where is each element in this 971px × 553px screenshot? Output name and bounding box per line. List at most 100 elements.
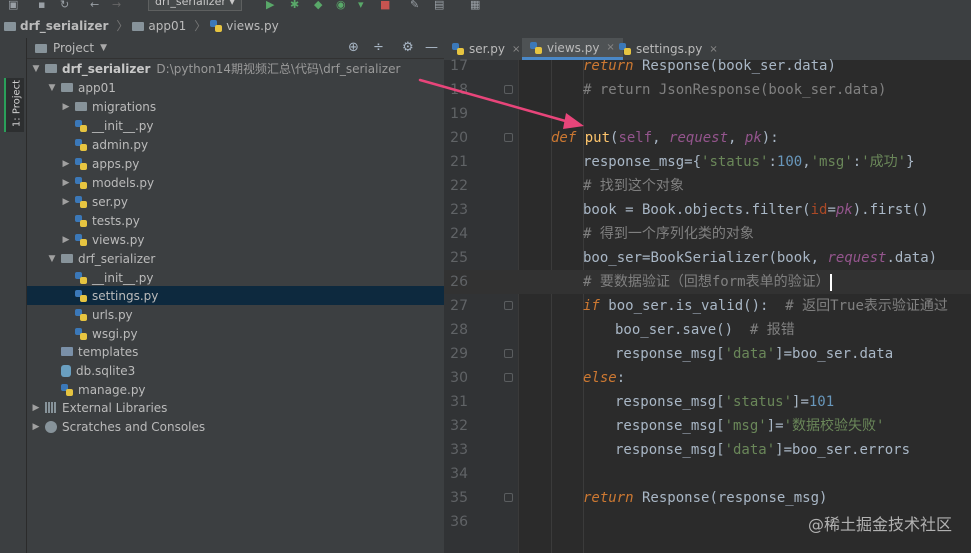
tree-item-label: Scratches and Consoles [62, 419, 206, 434]
fold-marker-icon[interactable] [504, 373, 513, 382]
code-token: response_msg[ [615, 442, 725, 458]
collapsed-arrow-icon[interactable]: ▶ [61, 178, 71, 188]
code-token: (book_ser.data) [709, 58, 836, 74]
open-folder-icon[interactable]: ▣ [8, 0, 18, 10]
save-icon[interactable]: ▪ [38, 0, 45, 10]
line-number: 31 [450, 394, 468, 410]
python-file-icon [75, 195, 87, 208]
project-panel-header: Project ▼ ⊕ ÷ ⚙ — [27, 38, 444, 59]
code-line-34: 34 [444, 462, 971, 486]
run-icon[interactable]: ▶ [266, 0, 274, 10]
collapsed-arrow-icon[interactable]: ▶ [31, 422, 41, 432]
profile-icon[interactable]: ◉ [336, 0, 346, 10]
hide-panel-icon[interactable]: — [425, 40, 438, 56]
code-token: request [669, 130, 729, 146]
expand-arrow-icon[interactable]: ▼ [47, 254, 57, 264]
line-number: 35 [450, 490, 468, 506]
fold-marker-icon[interactable] [504, 349, 513, 358]
tree-item-project-root[interactable]: ▼ drf_serializer D:\python14期视频汇总\代码\drf… [27, 59, 448, 78]
stop-icon[interactable]: ■ [380, 0, 390, 10]
sync-icon[interactable]: ↻ [60, 0, 69, 10]
code-token: 100 [776, 154, 803, 170]
tree-item-migrations[interactable]: ▶ migrations [27, 97, 478, 116]
tree-item-label: ser.py [92, 194, 128, 209]
tree-item-admin-py[interactable]: ▶ admin.py [27, 135, 478, 154]
code-token: else [583, 370, 617, 386]
tree-item-label: settings.py [92, 288, 159, 303]
tree-item-urls-py[interactable]: ▶ urls.py [27, 305, 478, 324]
tree-item-tests-py[interactable]: ▶ tests.py [27, 211, 478, 230]
expand-arrow-icon[interactable]: ▼ [31, 64, 41, 74]
project-tool-tab[interactable]: 1: Project [4, 78, 24, 132]
python-file-icon [530, 41, 542, 54]
code-token: boo_ser.save() [615, 322, 734, 338]
folder-icon [61, 347, 73, 356]
collapsed-arrow-icon[interactable]: ▶ [61, 159, 71, 169]
fold-marker-icon[interactable] [504, 493, 513, 502]
tree-item-label: urls.py [92, 307, 133, 322]
python-file-icon [75, 308, 87, 321]
tree-item-templates[interactable]: ▶ templates [27, 342, 464, 361]
code-text: return Response(response_msg) [583, 486, 827, 510]
code-token: = [827, 202, 836, 218]
tree-item-apps-py[interactable]: ▶ apps.py [27, 154, 478, 173]
tree-item-db-sqlite3[interactable]: ▶ db.sqlite3 [27, 361, 464, 380]
tree-item-external-libraries[interactable]: ▶ External Libraries [27, 398, 448, 417]
expand-arrow-icon[interactable]: ▼ [47, 83, 57, 93]
tree-item-init-py[interactable]: ▶ __init__.py [27, 116, 478, 135]
code-line-29: 29 response_msg['data']=boo_ser.data [444, 342, 971, 366]
fold-marker-icon[interactable] [504, 85, 513, 94]
breadcrumb-folder[interactable]: app01 [148, 18, 186, 34]
code-editor[interactable]: 17 return Response(book_ser.data) 18 # r… [444, 58, 971, 553]
collapsed-arrow-icon[interactable]: ▶ [31, 403, 41, 413]
project-tool-tab-label: 1: Project [11, 79, 23, 128]
breadcrumb-file[interactable]: views.py [226, 18, 278, 34]
locate-file-icon[interactable]: ⊕ [348, 40, 359, 56]
tree-item-ser-py[interactable]: ▶ ser.py [27, 192, 478, 211]
forward-icon[interactable]: → [112, 0, 121, 10]
code-token: .data) [886, 250, 938, 266]
project-structure-icon[interactable]: ▤ [434, 0, 444, 10]
code-token: Response [633, 58, 710, 74]
close-icon[interactable]: × [709, 44, 717, 55]
tree-item-app01[interactable]: ▼ app01 [27, 78, 464, 97]
run-config-selector[interactable]: drf_serializer ▾ [148, 0, 242, 11]
concurrency-icon[interactable]: ▾ [358, 0, 364, 10]
tree-item-views-py[interactable]: ▶ views.py [27, 230, 478, 249]
tree-item-scratches[interactable]: ▶ Scratches and Consoles [27, 417, 448, 436]
project-view-selector[interactable]: Project ▼ [35, 41, 107, 55]
collapsed-arrow-icon[interactable]: ▶ [61, 102, 71, 112]
tree-item-label: admin.py [92, 137, 149, 152]
close-icon[interactable]: × [512, 44, 520, 55]
back-icon[interactable]: ← [90, 0, 99, 10]
search-everywhere-icon[interactable]: ▦ [470, 0, 480, 10]
tree-item-settings-py[interactable]: ▶ settings.py [27, 286, 478, 305]
collapsed-arrow-icon[interactable]: ▶ [61, 197, 71, 207]
code-token: ]= [766, 418, 784, 434]
scratches-icon [45, 420, 57, 433]
tree-item-drf-serializer-pkg[interactable]: ▼ drf_serializer [27, 249, 464, 268]
tree-item-label: __init__.py [92, 270, 154, 285]
code-text: book = Book.objects.filter(id=pk).first(… [583, 198, 929, 222]
code-token: pk [835, 202, 853, 218]
chevron-down-icon: ▼ [100, 43, 107, 53]
tree-item-init-py-2[interactable]: ▶ __init__.py [27, 268, 478, 287]
code-token: if [583, 298, 600, 314]
tree-item-wsgi-py[interactable]: ▶ wsgi.py [27, 324, 478, 343]
left-tool-strip: 1: Project [0, 38, 27, 553]
gear-icon[interactable]: ⚙ [402, 40, 414, 56]
code-token: 'data' [724, 442, 776, 458]
collapsed-arrow-icon[interactable]: ▶ [61, 235, 71, 245]
code-token: , [802, 154, 811, 170]
tree-item-manage-py[interactable]: ▶ manage.py [27, 380, 464, 399]
debug-icon[interactable]: ✱ [290, 0, 299, 10]
python-file-icon [75, 119, 87, 132]
fold-marker-icon[interactable] [504, 301, 513, 310]
fold-marker-icon[interactable] [504, 133, 513, 142]
tree-item-models-py[interactable]: ▶ models.py [27, 173, 478, 192]
breadcrumb-root[interactable]: drf_serializer [20, 18, 108, 34]
wrench-icon[interactable]: ✎ [410, 0, 419, 10]
collapse-all-icon[interactable]: ÷ [373, 40, 384, 56]
line-number: 28 [450, 322, 468, 338]
coverage-icon[interactable]: ◆ [314, 0, 322, 10]
